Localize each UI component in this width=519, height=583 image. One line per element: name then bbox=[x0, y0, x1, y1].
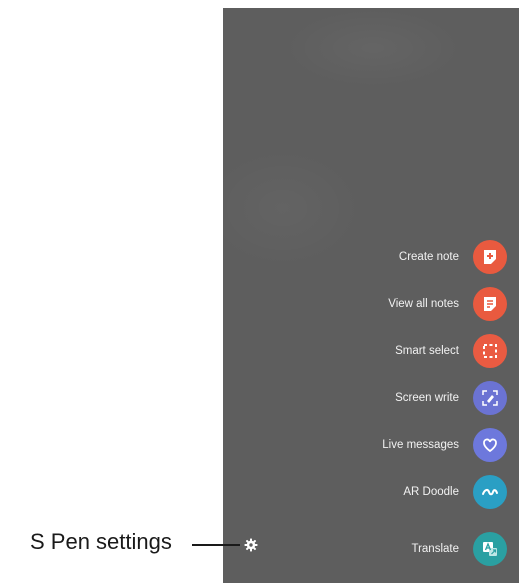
menu-item-label: Live messages bbox=[382, 439, 459, 451]
callout: S Pen settings bbox=[30, 522, 172, 562]
menu-item-live-messages[interactable]: Live messages bbox=[382, 428, 507, 462]
translate-icon bbox=[473, 532, 507, 566]
phone-screen: Create note View all notes Smart select … bbox=[223, 8, 519, 583]
menu-item-create-note[interactable]: Create note bbox=[399, 240, 507, 274]
menu-item-label: Smart select bbox=[395, 345, 459, 357]
menu-item-ar-doodle[interactable]: AR Doodle bbox=[403, 475, 507, 509]
create-note-icon bbox=[473, 240, 507, 274]
smart-select-icon bbox=[473, 334, 507, 368]
callout-line bbox=[192, 544, 240, 546]
live-messages-icon bbox=[473, 428, 507, 462]
menu-item-screen-write[interactable]: Screen write bbox=[395, 381, 507, 415]
gear-icon[interactable] bbox=[243, 537, 259, 553]
menu-item-label: View all notes bbox=[388, 298, 459, 310]
menu-item-label: Screen write bbox=[395, 392, 459, 404]
menu-item-label: Translate bbox=[411, 543, 459, 555]
ar-doodle-icon bbox=[473, 475, 507, 509]
callout-label: S Pen settings bbox=[30, 529, 172, 554]
menu-item-label: AR Doodle bbox=[403, 486, 459, 498]
menu-item-label: Create note bbox=[398, 251, 459, 263]
screen-write-icon bbox=[473, 381, 507, 415]
menu-item-view-all-notes[interactable]: View all notes bbox=[388, 287, 507, 321]
view-all-notes-icon bbox=[473, 287, 507, 321]
menu-item-translate[interactable]: Translate bbox=[411, 532, 507, 566]
menu-item-smart-select[interactable]: Smart select bbox=[395, 334, 507, 368]
